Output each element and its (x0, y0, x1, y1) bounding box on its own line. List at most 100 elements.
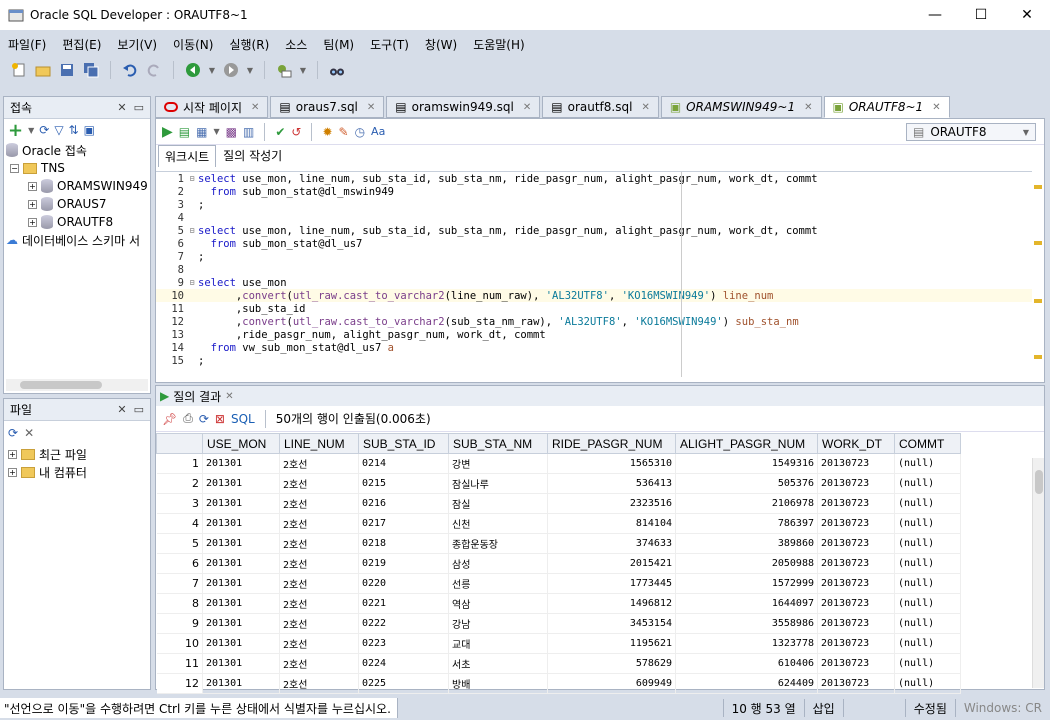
table-cell[interactable]: 1572999 (675, 573, 818, 594)
table-cell[interactable]: 2호선 (279, 673, 359, 694)
menu-edit[interactable]: 편집(E) (54, 36, 109, 53)
tab-orautf8-sql[interactable]: ▤ orautf8.sql ✕ (542, 96, 659, 118)
table-cell[interactable]: (null) (894, 653, 961, 674)
table-cell[interactable]: 505376 (675, 473, 818, 494)
back-icon[interactable] (184, 61, 202, 79)
table-row[interactable]: 8 201301 2호선 0221 역삼 1496812 1644097 20130723 (n… (156, 593, 961, 614)
expand-icon[interactable]: + (28, 199, 37, 209)
tree-item-oracle-connections[interactable]: Oracle 접속 (4, 141, 150, 159)
table-cell[interactable]: (null) (894, 613, 961, 634)
table-cell[interactable]: 20130723 (817, 533, 895, 554)
table-cell[interactable]: (null) (894, 573, 961, 594)
tab-start-page[interactable]: 시작 페이지 ✕ (155, 96, 269, 118)
table-cell[interactable]: (null) (894, 633, 961, 654)
column-header[interactable]: RIDE_PASGR_NUM (547, 433, 676, 454)
run-script-icon[interactable]: ▤ (179, 125, 190, 139)
table-cell[interactable]: 0218 (358, 533, 449, 554)
table-cell[interactable]: (null) (894, 453, 961, 474)
sql-link[interactable]: SQL (231, 412, 255, 426)
table-row[interactable]: 1 201301 2호선 0214 강변 1565310 1549316 20130723 (n… (156, 453, 961, 474)
add-connection-icon[interactable]: + (8, 120, 23, 141)
table-cell[interactable]: 0219 (358, 553, 449, 574)
table-cell[interactable]: 0217 (358, 513, 449, 534)
open-folder-icon[interactable] (34, 61, 52, 79)
menu-run[interactable]: 실행(R) (221, 36, 277, 53)
history-icon[interactable]: ◷ (355, 125, 365, 139)
expand-icon[interactable]: + (8, 467, 17, 477)
menu-tools[interactable]: 도구(T) (362, 36, 417, 53)
table-row[interactable]: 7 201301 2호선 0220 선릉 1773445 1572999 20130723 (n… (156, 573, 961, 594)
table-row[interactable]: 6 201301 2호선 0219 삼성 2015421 2050988 20130723 (n… (156, 553, 961, 574)
table-row[interactable]: 2 201301 2호선 0215 잠실나루 536413 505376 20130723 (n… (156, 473, 961, 494)
table-cell[interactable]: 2호선 (279, 613, 359, 634)
table-row[interactable]: 9 201301 2호선 0222 강남 3453154 3558986 20130723 (n… (156, 613, 961, 634)
table-cell[interactable]: 201301 (202, 573, 280, 594)
explain-plan-icon[interactable]: ▩ (226, 125, 237, 139)
table-cell[interactable]: 20130723 (817, 633, 895, 654)
run-statement-icon[interactable]: ▶ (162, 124, 173, 140)
table-cell[interactable]: 2015421 (547, 553, 676, 574)
autotrace-icon[interactable]: ▥ (243, 125, 254, 139)
table-cell[interactable]: 2호선 (279, 453, 359, 474)
tab-worksheet[interactable]: 워크시트 (158, 145, 217, 167)
column-header[interactable]: WORK_DT (817, 433, 895, 454)
chevron-down-icon[interactable]: ▼ (246, 61, 254, 79)
table-cell[interactable]: 1195621 (547, 633, 676, 654)
table-cell[interactable]: 0216 (358, 493, 449, 514)
tab-query-builder[interactable]: 질의 작성기 (216, 144, 289, 167)
sql-icon[interactable]: ▣ (84, 123, 95, 137)
rollback-icon[interactable]: ↺ (291, 125, 301, 139)
table-cell[interactable]: 20130723 (817, 553, 895, 574)
new-file-icon[interactable] (10, 61, 28, 79)
table-cell[interactable]: 201301 (202, 473, 280, 494)
table-cell[interactable]: 609949 (547, 673, 676, 694)
tab-oramswin949-sql[interactable]: ▤ oramswin949.sql ✕ (386, 96, 541, 118)
sql-tuning-icon[interactable]: ✹ (322, 125, 332, 139)
table-cell[interactable]: 201301 (202, 453, 280, 474)
table-cell[interactable]: 2호선 (279, 493, 359, 514)
table-cell[interactable]: 20130723 (817, 573, 895, 594)
table-row[interactable]: 3 201301 2호선 0216 잠실 2323516 2106978 20130723 (n… (156, 493, 961, 514)
overview-ruler[interactable] (1034, 171, 1042, 377)
table-cell[interactable]: 1549316 (675, 453, 818, 474)
tree-item-recent-files[interactable]: + 최근 파일 (4, 445, 150, 463)
table-cell[interactable]: 20130723 (817, 493, 895, 514)
tab-orautf8-worksheet[interactable]: ▣ ORAUTF8~1 ✕ (823, 96, 950, 118)
menu-window[interactable]: 창(W) (417, 36, 465, 53)
tab-oramswin949-worksheet[interactable]: ▣ ORAMSWIN949~1 ✕ (660, 96, 822, 118)
table-cell[interactable]: 0221 (358, 593, 449, 614)
table-cell[interactable]: 20130723 (817, 673, 895, 694)
table-row[interactable]: 12 201301 2호선 0225 방배 609949 624409 20130723 (nu… (156, 673, 961, 694)
table-cell[interactable]: 786397 (675, 513, 818, 534)
binoculars-icon[interactable] (328, 61, 346, 79)
undo-icon[interactable] (121, 61, 139, 79)
table-cell[interactable]: 3558986 (675, 613, 818, 634)
column-header[interactable]: USE_MON (202, 433, 280, 454)
table-cell[interactable]: 신천 (448, 513, 548, 534)
column-header[interactable]: COMMT (894, 433, 961, 454)
table-cell[interactable]: 2106978 (675, 493, 818, 514)
table-cell[interactable]: 20130723 (817, 453, 895, 474)
menu-help[interactable]: 도움말(H) (465, 36, 533, 53)
table-cell[interactable]: 0214 (358, 453, 449, 474)
table-cell[interactable]: 삼성 (448, 553, 548, 574)
tree-item-oramswin949[interactable]: + ORAMSWIN949 (4, 177, 150, 195)
to-upper-icon[interactable]: Aa (371, 125, 385, 138)
commit-transaction-icon[interactable]: ✔ (275, 125, 285, 139)
panel-controls[interactable]: ✕ ▭ (117, 101, 144, 114)
table-cell[interactable]: 0223 (358, 633, 449, 654)
cancel-icon[interactable]: ⊠ (215, 412, 225, 426)
schema-browser-icon[interactable]: ⇅ (69, 123, 79, 137)
expand-icon[interactable]: + (28, 181, 37, 191)
refresh-icon[interactable]: ⟳ (8, 426, 18, 440)
column-header[interactable]: SUB_STA_ID (358, 433, 449, 454)
menu-source[interactable]: 소스 (277, 36, 315, 53)
table-cell[interactable]: 20130723 (817, 473, 895, 494)
tree-item-tns[interactable]: − TNS (4, 159, 150, 177)
table-cell[interactable]: (null) (894, 473, 961, 494)
table-cell[interactable]: 2호선 (279, 553, 359, 574)
fold-toggle[interactable]: ⊟ (186, 226, 198, 235)
filter-icon[interactable]: ▽ (54, 123, 63, 137)
table-cell[interactable]: 610406 (675, 653, 818, 674)
close-tab-icon[interactable]: ✕ (251, 102, 259, 113)
